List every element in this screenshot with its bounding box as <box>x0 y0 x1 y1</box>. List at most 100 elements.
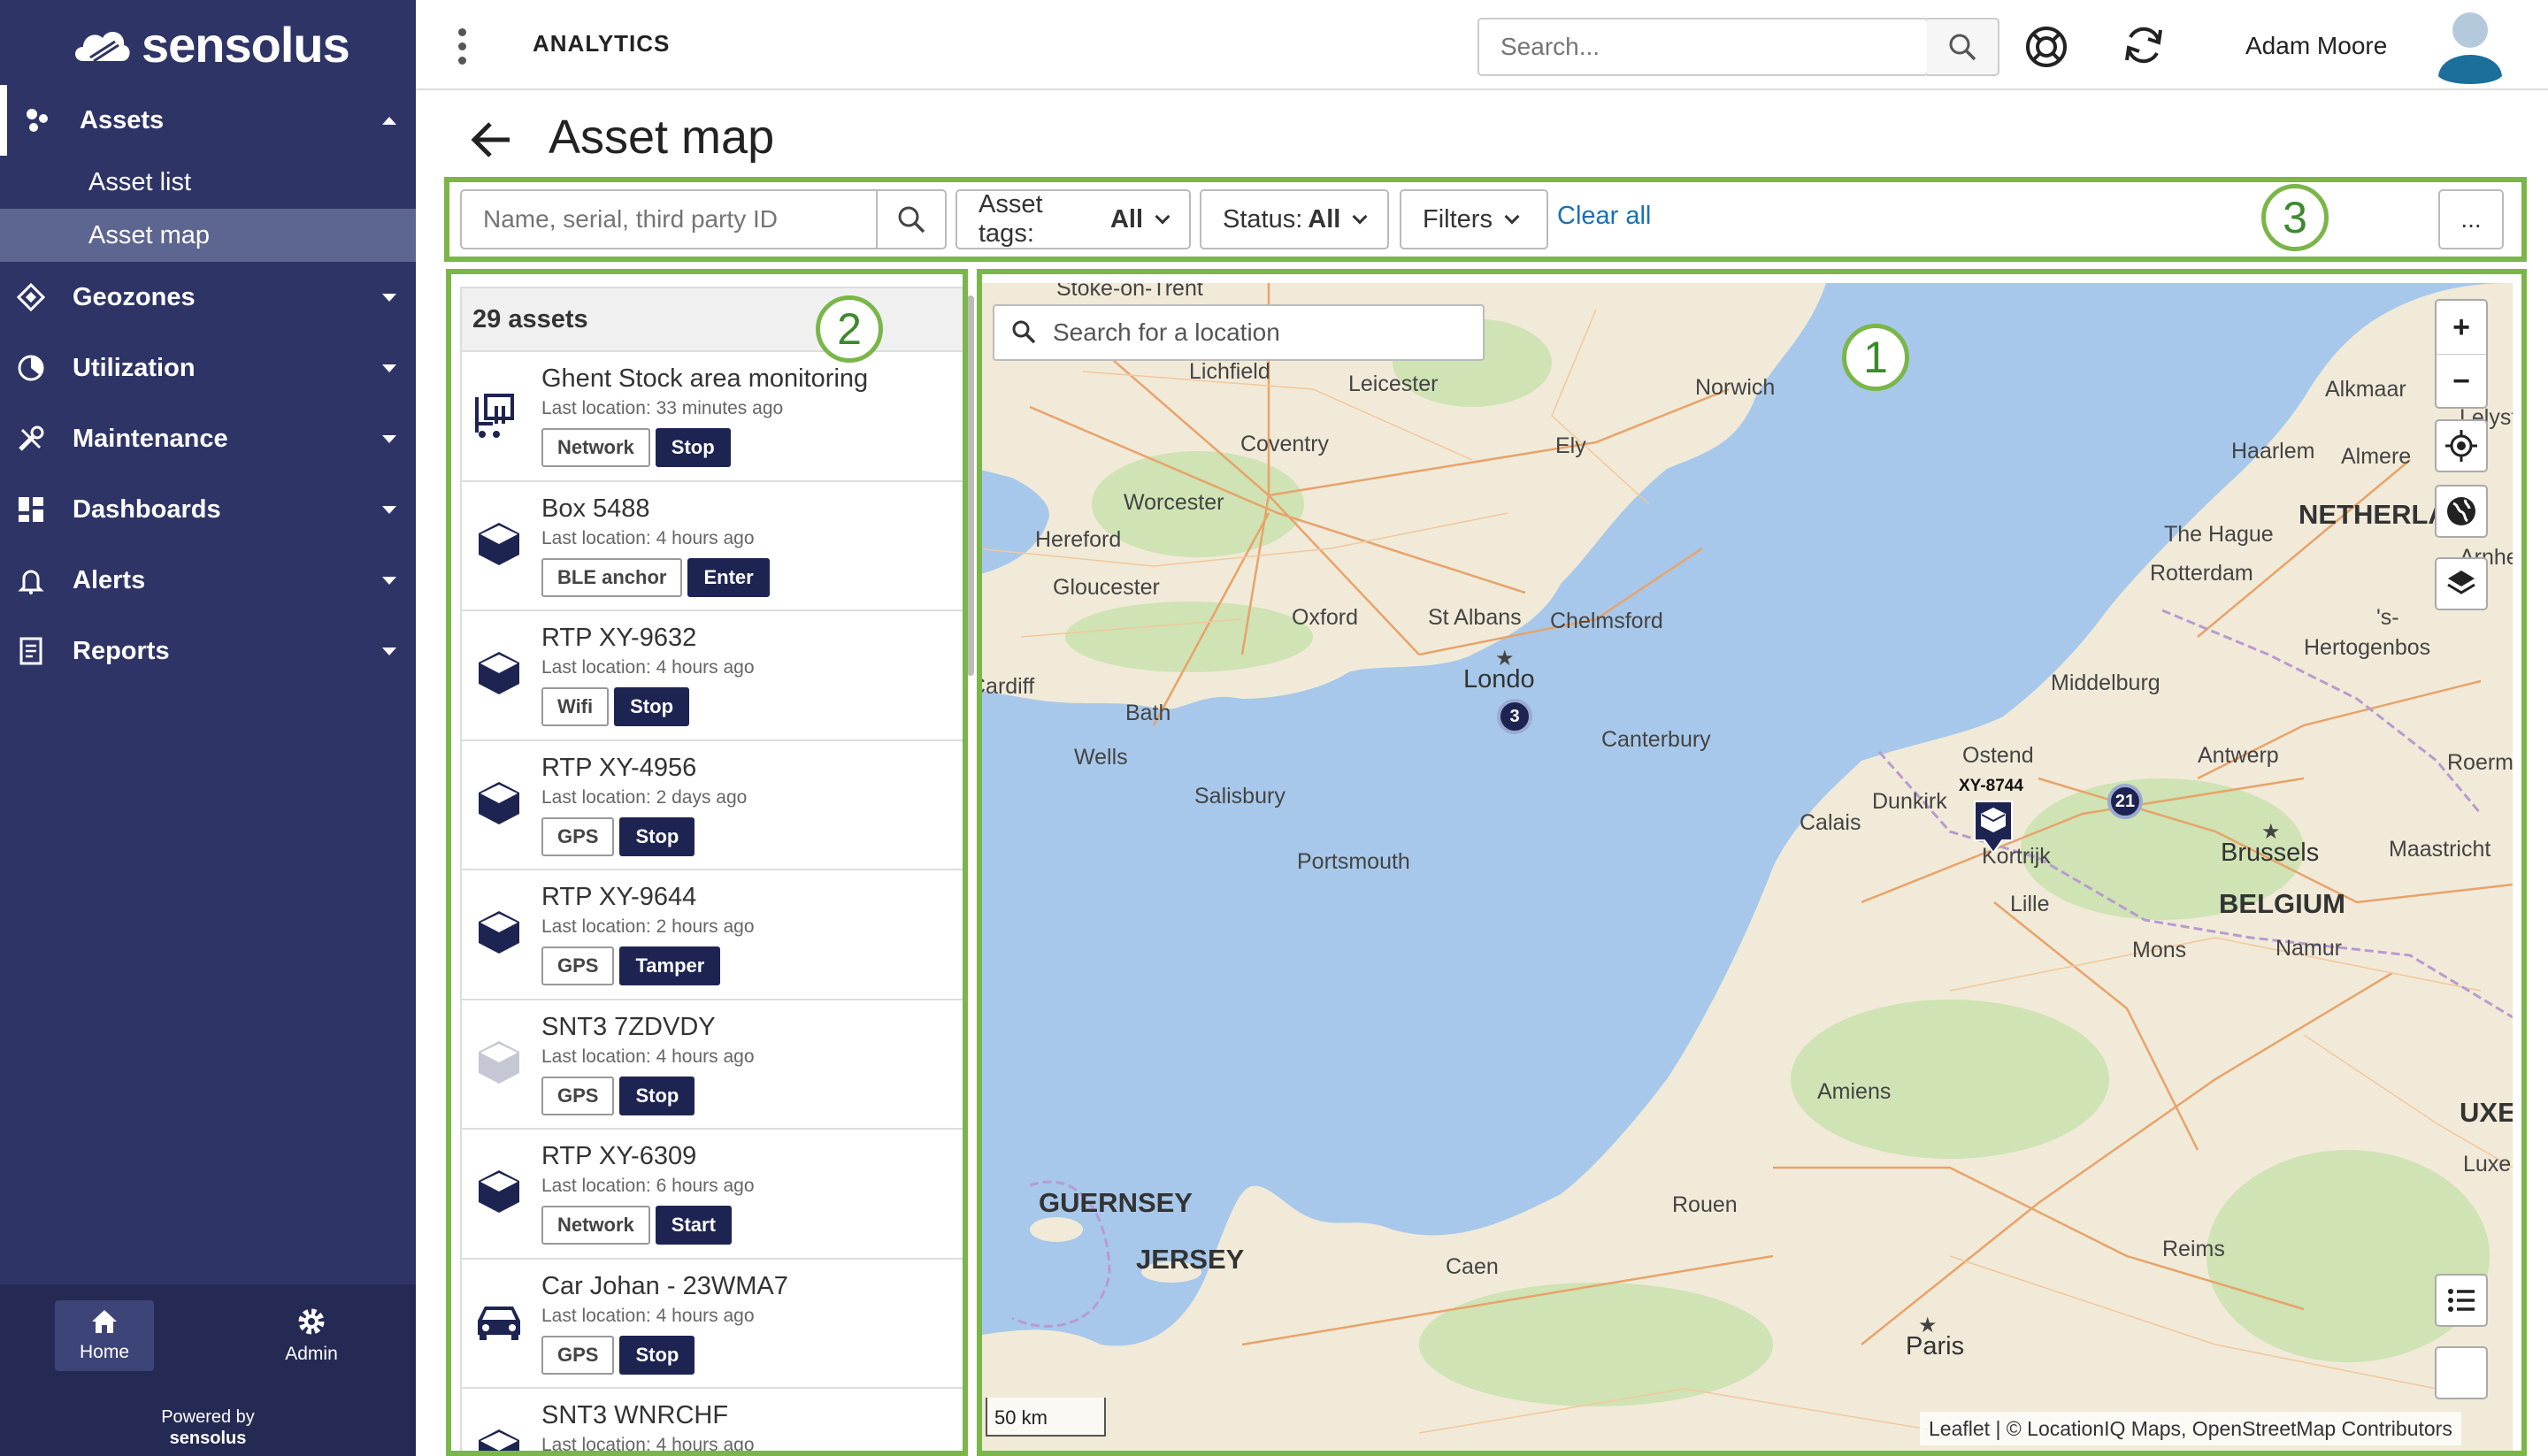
layers-button[interactable] <box>2435 557 2488 610</box>
map-label: Calais <box>1800 810 1861 835</box>
map-location-search[interactable]: Search for a location <box>993 304 1485 361</box>
event-tag: Stop <box>655 428 731 467</box>
page-title: Asset map <box>549 111 775 164</box>
globe-button[interactable] <box>2435 485 2488 538</box>
search-icon <box>898 206 925 234</box>
asset-last-location: Last location: 4 hours ago <box>541 527 755 548</box>
sidebar-item-reports[interactable]: Reports <box>0 616 416 686</box>
asset-list-panel: 29 assets Ghent Stock area monitoring La… <box>460 287 964 1456</box>
annotation-number-2: 2 <box>816 295 883 363</box>
global-search-input[interactable] <box>1477 18 1929 76</box>
box-icon <box>472 517 526 571</box>
asset-row[interactable]: Car Johan - 23WMA7 Last location: 4 hour… <box>462 1260 963 1389</box>
map-label: Alkmaar <box>2325 377 2406 402</box>
back-arrow-icon[interactable] <box>469 120 513 164</box>
filters-label: Filters <box>1423 204 1493 234</box>
blank-map-button[interactable] <box>2435 1346 2488 1399</box>
global-search-button[interactable] <box>1927 18 1999 76</box>
asset-search-button[interactable] <box>876 189 947 249</box>
sidebar-item-geozones[interactable]: Geozones <box>0 262 416 333</box>
asset-row[interactable]: RTP XY-4956 Last location: 2 days ago GP… <box>462 741 963 870</box>
list-icon <box>2448 1289 2475 1312</box>
asset-last-location: Last location: 6 hours ago <box>541 1176 755 1196</box>
map-label: Maastricht <box>2389 837 2491 862</box>
asset-row[interactable]: Ghent Stock area monitoring Last locatio… <box>462 352 963 482</box>
clear-all-link[interactable]: Clear all <box>1557 202 1651 231</box>
sidebar-item-alerts[interactable]: Alerts <box>0 545 416 616</box>
source-tag: Network <box>541 1206 650 1245</box>
admin-button[interactable]: Admin <box>262 1300 361 1371</box>
sidebar-item-maintenance[interactable]: Maintenance <box>0 403 416 474</box>
sidebar-subitem-label: Asset list <box>88 167 192 196</box>
asset-pin-marker[interactable] <box>1971 798 2015 859</box>
asset-tags-dropdown[interactable]: Asset tags: All <box>956 189 1191 249</box>
box-icon <box>472 1165 526 1218</box>
dashboards-icon <box>16 494 46 525</box>
more-options-button[interactable]: ... <box>2438 189 2504 249</box>
asset-list-scrollbar[interactable] <box>967 295 974 676</box>
asset-row[interactable]: RTP XY-9632 Last location: 4 hours ago W… <box>462 611 963 741</box>
help-lifebuoy-icon[interactable] <box>2024 25 2068 73</box>
map-label: Hertogenbos <box>2304 635 2431 660</box>
refresh-icon[interactable] <box>2122 23 2166 72</box>
event-tag: Enter <box>687 557 770 597</box>
asset-cluster-marker[interactable]: 3 <box>1497 699 1532 734</box>
asset-row[interactable]: RTP XY-6309 Last location: 6 hours ago N… <box>462 1130 963 1260</box>
map-label: Wells <box>1074 745 1128 770</box>
map-label: Salisbury <box>1194 784 1286 808</box>
map-label: Antwerp <box>2198 743 2279 768</box>
map-label: Chelmsford <box>1550 609 1663 633</box>
map-label: Roerm <box>2447 750 2513 775</box>
home-button[interactable]: Home <box>55 1300 154 1371</box>
capital-star-icon: ★ <box>1918 1314 1938 1337</box>
sidebar-subitem-asset-list[interactable]: Asset list <box>0 156 416 209</box>
chevron-down-icon <box>1352 209 1368 225</box>
asset-search-input[interactable] <box>460 189 878 249</box>
user-name[interactable]: Adam Moore <box>2245 32 2387 60</box>
map-search-placeholder: Search for a location <box>1053 318 1280 346</box>
status-label: Status: <box>1223 204 1303 234</box>
car-icon <box>472 1295 526 1348</box>
sidebar-item-utilization[interactable]: Utilization <box>0 333 416 403</box>
sidebar-subitem-asset-map[interactable]: Asset map <box>0 209 416 262</box>
zoom-in-button[interactable]: + <box>2437 301 2486 355</box>
asset-name: Box 5488 <box>541 494 650 523</box>
more-vert-icon[interactable] <box>458 28 466 65</box>
sidebar-item-label: Reports <box>73 636 170 665</box>
asset-last-location: Last location: 2 days ago <box>541 786 748 808</box>
chevron-down-icon <box>382 434 396 443</box>
status-value: All <box>1308 204 1341 234</box>
source-tag: BLE anchor <box>541 557 683 597</box>
brand-logo[interactable]: sensolus <box>71 16 350 73</box>
asset-last-location: Last location: 2 hours ago <box>541 916 755 937</box>
filters-dropdown[interactable]: Filters <box>1400 189 1548 249</box>
asset-cluster-marker[interactable]: 21 <box>2107 784 2143 819</box>
search-icon <box>1949 34 1976 61</box>
sidebar-item-label: Assets <box>80 105 165 134</box>
asset-tags-label: Asset tags: <box>979 190 1043 248</box>
map-label: St Albans <box>1428 605 1522 630</box>
sidebar-item-assets[interactable]: Assets <box>0 85 416 156</box>
map-label: Coventry <box>1240 432 1330 456</box>
asset-map[interactable]: Search for a location Stoke-on-Trent Lic… <box>977 283 2513 1456</box>
avatar[interactable] <box>2431 7 2509 85</box>
asset-row[interactable]: RTP XY-9644 Last location: 2 hours ago G… <box>462 870 963 1000</box>
asset-row[interactable]: Box 5488 Last location: 4 hours ago BLE … <box>462 482 963 611</box>
zoom-out-button[interactable]: − <box>2437 355 2486 409</box>
map-label: Oxford <box>1292 605 1359 630</box>
map-label: Namur <box>2276 936 2343 961</box>
asset-row[interactable]: SNT3 WNRCHF Last location: 4 hours ago <box>462 1389 963 1454</box>
asset-row[interactable]: SNT3 7ZDVDY Last location: 4 hours ago G… <box>462 1000 963 1130</box>
event-tag: Start <box>655 1206 732 1245</box>
sidebar-item-dashboards[interactable]: Dashboards <box>0 474 416 545</box>
legend-button[interactable] <box>2435 1274 2488 1327</box>
map-label: Stoke-on-Trent <box>1056 283 1203 301</box>
map-attribution[interactable]: Leaflet | © LocationIQ Maps, OpenStreetM… <box>1920 1412 2461 1445</box>
map-label: Dunkirk <box>1872 789 1947 814</box>
locate-button[interactable] <box>2435 419 2488 472</box>
status-dropdown[interactable]: Status: All <box>1200 189 1389 249</box>
sidebar-subitem-label: Asset map <box>88 220 210 249</box>
chevron-down-icon <box>382 647 396 655</box>
map-label: 's- <box>2376 605 2399 630</box>
sidebar-item-label: Geozones <box>73 282 196 311</box>
